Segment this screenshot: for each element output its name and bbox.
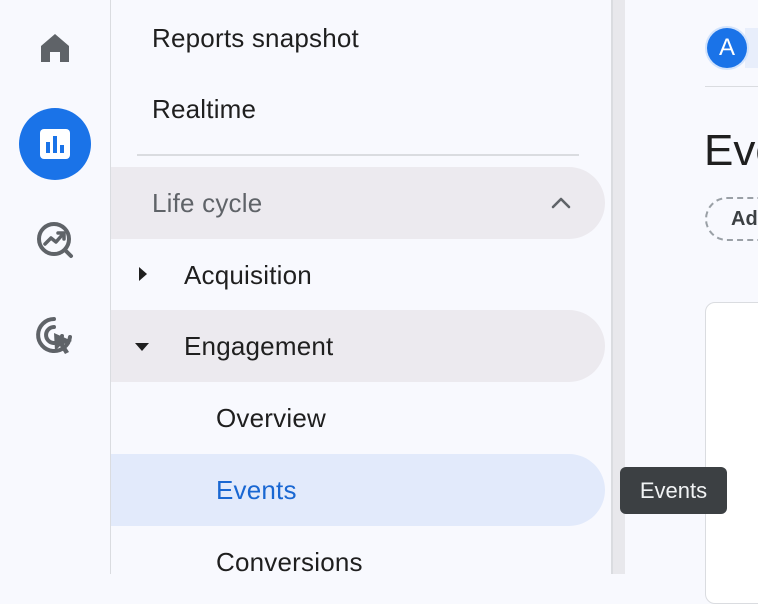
advertising-button[interactable] — [19, 300, 91, 372]
nav-item-events[interactable]: Events — [111, 454, 605, 526]
nav-item-label: Engagement — [184, 330, 334, 361]
reports-icon — [40, 129, 70, 159]
home-icon — [41, 34, 69, 62]
tooltip-text: Events — [639, 477, 708, 503]
home-button[interactable] — [19, 12, 91, 84]
content-card — [705, 302, 758, 604]
nav-item-label: Reports snapshot — [152, 22, 359, 53]
nav-item-realtime[interactable]: Realtime — [111, 73, 605, 145]
nav-item-engagement[interactable]: Engagement — [111, 310, 605, 382]
avatar[interactable]: A — [707, 28, 747, 68]
nav-item-label: Events — [216, 474, 297, 505]
advertising-icon — [36, 317, 72, 354]
add-chip-label: Ad — [731, 207, 758, 230]
nav-panel: Reports snapshot Realtime Life cycle Acq… — [111, 0, 611, 577]
section-label: Life cycle — [152, 187, 263, 218]
add-comparison-chip[interactable]: Ad — [705, 197, 758, 241]
explore-button[interactable] — [19, 204, 91, 276]
explore-icon — [37, 222, 73, 258]
page-title: Eve — [704, 126, 758, 175]
nav-item-label: Acquisition — [184, 259, 312, 290]
nav-item-label: Realtime — [152, 93, 257, 124]
nav-item-label: Overview — [216, 402, 326, 433]
nav-item-overview[interactable]: Overview — [111, 382, 605, 454]
caret-down-icon — [135, 343, 149, 351]
caret-right-icon — [139, 267, 147, 281]
nav-item-label: Conversions — [216, 546, 363, 577]
header-divider — [705, 86, 758, 87]
nav-item-reports-snapshot[interactable]: Reports snapshot — [111, 2, 605, 74]
tooltip: Events — [620, 467, 727, 514]
icon-rail — [0, 0, 110, 574]
nav-section-lifecycle[interactable]: Life cycle — [111, 167, 605, 239]
chevron-up-icon — [551, 197, 571, 209]
nav-item-conversions[interactable]: Conversions — [111, 526, 605, 598]
reports-button[interactable] — [19, 108, 91, 180]
section-divider — [137, 154, 579, 156]
nav-item-acquisition[interactable]: Acquisition — [111, 239, 605, 311]
